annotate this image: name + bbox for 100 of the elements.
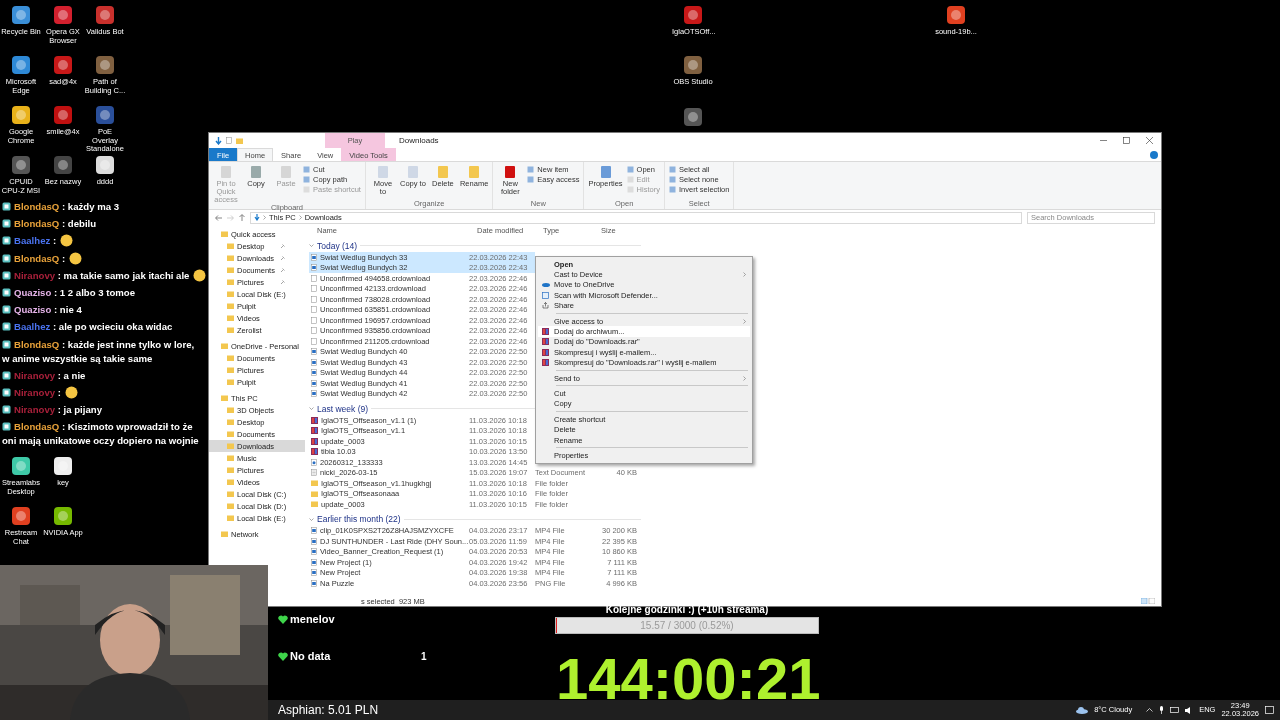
chat-text: : bbox=[62, 252, 66, 264]
microphone-icon[interactable] bbox=[1159, 706, 1165, 714]
video-file-icon bbox=[311, 569, 317, 577]
download-arrow-icon[interactable] bbox=[215, 136, 222, 145]
chat-username: BlondasQ bbox=[14, 252, 60, 264]
app-icon[interactable] bbox=[10, 505, 32, 527]
video-file-icon bbox=[311, 369, 317, 377]
archive-icon bbox=[542, 348, 549, 356]
app-icon[interactable] bbox=[52, 505, 74, 527]
badge-icon bbox=[2, 270, 11, 280]
video-file-icon bbox=[311, 527, 317, 535]
group-title[interactable]: Today (14) bbox=[317, 240, 358, 251]
ribbon-icon bbox=[279, 165, 293, 179]
chat-username: Quaziso bbox=[14, 304, 52, 316]
group-title[interactable]: Earlier this month (22) bbox=[317, 514, 401, 524]
chat-username: BlondasQ bbox=[14, 201, 60, 212]
chat-text: : ma takie samo jak itachi ale bbox=[57, 269, 190, 281]
app-icon[interactable] bbox=[682, 54, 704, 76]
ribbon-icon bbox=[598, 165, 613, 179]
video-file-icon bbox=[311, 548, 317, 556]
chat-text: : ja pijany bbox=[57, 404, 102, 416]
emote-icon bbox=[64, 385, 78, 399]
badge-icon bbox=[2, 387, 11, 397]
video-file-icon bbox=[311, 264, 317, 272]
chevron-icon bbox=[298, 215, 302, 220]
chat-text: : ale po wcieciu oka widac bbox=[52, 321, 173, 333]
chat-text: w anime wszystkie są takie same bbox=[2, 351, 154, 366]
chat-text: oni mają unikatowe oczy dopiero na wojnie bbox=[2, 434, 200, 449]
chat-username: Baalhez bbox=[14, 235, 51, 247]
app-icon[interactable] bbox=[10, 455, 32, 477]
video-file-icon bbox=[311, 358, 317, 366]
group-title[interactable]: Last week (9) bbox=[317, 403, 369, 414]
ribbon-icon bbox=[435, 165, 450, 179]
video-file-icon bbox=[311, 579, 317, 587]
app-icon[interactable] bbox=[52, 455, 74, 477]
emote-icon bbox=[60, 234, 74, 248]
badge-icon bbox=[2, 253, 11, 263]
chat-username: Quaziso bbox=[14, 286, 52, 298]
close-icon[interactable] bbox=[1146, 137, 1153, 144]
app-icon[interactable] bbox=[945, 4, 967, 26]
help-icon[interactable] bbox=[1150, 150, 1158, 159]
viewer-name: menelov bbox=[290, 613, 335, 625]
archive-icon bbox=[311, 427, 318, 435]
chat-username: Niranovy bbox=[14, 404, 56, 416]
chat-username: Niranovy bbox=[14, 269, 56, 281]
chat-text: : każde jest inne tylko w lore, bbox=[62, 338, 195, 350]
shield-icon bbox=[542, 291, 549, 299]
chat-text: : 1 2 albo 3 tomoe bbox=[54, 286, 136, 298]
chat-username: Baalhez bbox=[14, 321, 51, 333]
ribbon-icon bbox=[405, 165, 420, 179]
badge-icon bbox=[2, 219, 11, 229]
archive-icon bbox=[542, 338, 549, 346]
heart-icon bbox=[278, 614, 288, 624]
archive-icon bbox=[542, 328, 549, 336]
video-file-icon bbox=[311, 537, 317, 545]
folder-icon bbox=[221, 531, 228, 537]
minimize-icon[interactable] bbox=[1100, 137, 1107, 144]
chat-text: : każdy ma 3 bbox=[62, 201, 120, 212]
app-icon[interactable] bbox=[682, 106, 704, 128]
ribbon-icon bbox=[249, 165, 263, 179]
app-icon[interactable] bbox=[94, 104, 116, 126]
app-icon[interactable] bbox=[10, 154, 32, 176]
app-icon[interactable] bbox=[10, 54, 32, 76]
badge-icon bbox=[2, 339, 11, 349]
video-file-icon bbox=[311, 390, 317, 398]
cloud-icon[interactable] bbox=[1076, 706, 1089, 714]
app-icon[interactable] bbox=[94, 4, 116, 26]
notification-icon[interactable] bbox=[1265, 705, 1274, 715]
video-file-icon bbox=[311, 558, 317, 566]
app-icon[interactable] bbox=[10, 4, 32, 26]
emote-icon bbox=[69, 251, 83, 265]
up-arrow-icon[interactable] bbox=[239, 214, 245, 221]
chat-username: BlondasQ bbox=[14, 338, 60, 350]
chat-username: BlondasQ bbox=[14, 218, 60, 230]
network-icon[interactable] bbox=[1170, 706, 1180, 714]
maximize-icon[interactable] bbox=[1123, 137, 1130, 144]
chat-username: Niranovy bbox=[14, 369, 56, 381]
chevron-up-icon[interactable] bbox=[1146, 708, 1154, 712]
video-file-icon bbox=[311, 379, 317, 387]
app-icon[interactable] bbox=[52, 54, 74, 76]
app-icon[interactable] bbox=[52, 4, 74, 26]
viewer-count: 1 bbox=[421, 650, 427, 662]
back-arrow-icon[interactable] bbox=[215, 214, 222, 221]
viewer-name: No data bbox=[290, 650, 331, 662]
app-icon[interactable] bbox=[94, 54, 116, 76]
app-icon[interactable] bbox=[10, 104, 32, 126]
badge-icon bbox=[2, 305, 11, 315]
app-icon[interactable] bbox=[682, 4, 704, 26]
ribbon-icon bbox=[503, 165, 518, 179]
badge-icon bbox=[2, 370, 11, 380]
share-icon bbox=[542, 302, 549, 310]
chat-text: : a nie bbox=[57, 369, 86, 381]
archive-icon bbox=[311, 437, 318, 445]
badge-icon bbox=[2, 405, 11, 415]
chat-username: Niranovy bbox=[14, 386, 56, 398]
app-icon[interactable] bbox=[94, 154, 116, 176]
badge-icon bbox=[2, 202, 11, 211]
image-file-icon bbox=[311, 458, 317, 466]
video-file-icon bbox=[311, 348, 317, 356]
video-file-icon bbox=[311, 253, 317, 261]
